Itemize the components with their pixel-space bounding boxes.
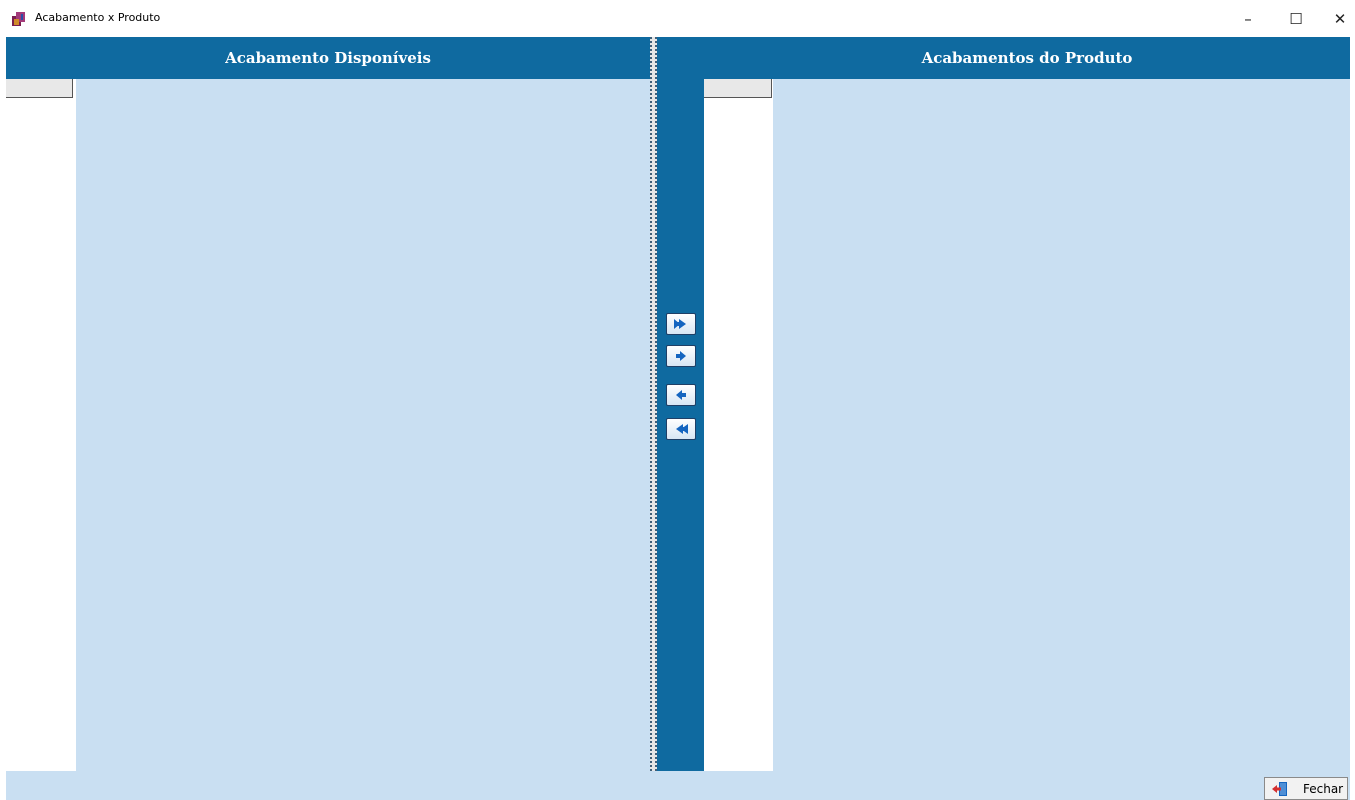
available-finishes-corner-cell — [6, 79, 73, 98]
product-finishes-title: Acabamentos do Produto — [921, 49, 1133, 67]
double-arrow-left-icon — [676, 424, 688, 434]
available-finishes-header: Acabamento Disponíveis — [6, 37, 650, 79]
close-button-label: Fechar — [1303, 781, 1344, 796]
close-button[interactable]: Fechar — [1264, 777, 1348, 800]
maximize-button[interactable]: ☐ — [1276, 6, 1316, 32]
available-finishes-title: Acabamento Disponíveis — [225, 49, 431, 67]
minimize-button[interactable]: – — [1228, 6, 1268, 32]
double-arrow-right-icon — [674, 319, 686, 329]
move-all-right-button[interactable] — [666, 313, 696, 335]
exit-door-icon — [1272, 781, 1287, 796]
product-finishes-header: Acabamentos do Produto — [704, 37, 1350, 79]
move-all-left-button[interactable] — [666, 418, 696, 440]
close-window-button[interactable]: ✕ — [1320, 6, 1355, 32]
footer-bar — [6, 771, 1350, 800]
arrow-left-icon — [676, 390, 686, 400]
product-finishes-corner-cell — [704, 79, 772, 98]
product-finishes-grid[interactable] — [773, 79, 1350, 771]
product-finishes-row-indicator — [704, 79, 773, 771]
app-icon — [12, 12, 25, 26]
arrow-right-icon — [676, 351, 686, 361]
move-right-button[interactable] — [666, 345, 696, 367]
available-finishes-grid[interactable] — [76, 79, 650, 771]
window-title: Acabamento x Produto — [35, 11, 161, 24]
move-left-button[interactable] — [666, 384, 696, 406]
window-title-bar: Acabamento x Produto – ☐ ✕ — [0, 0, 1355, 37]
available-finishes-row-indicator — [6, 79, 76, 771]
panel-splitter[interactable] — [650, 37, 657, 771]
